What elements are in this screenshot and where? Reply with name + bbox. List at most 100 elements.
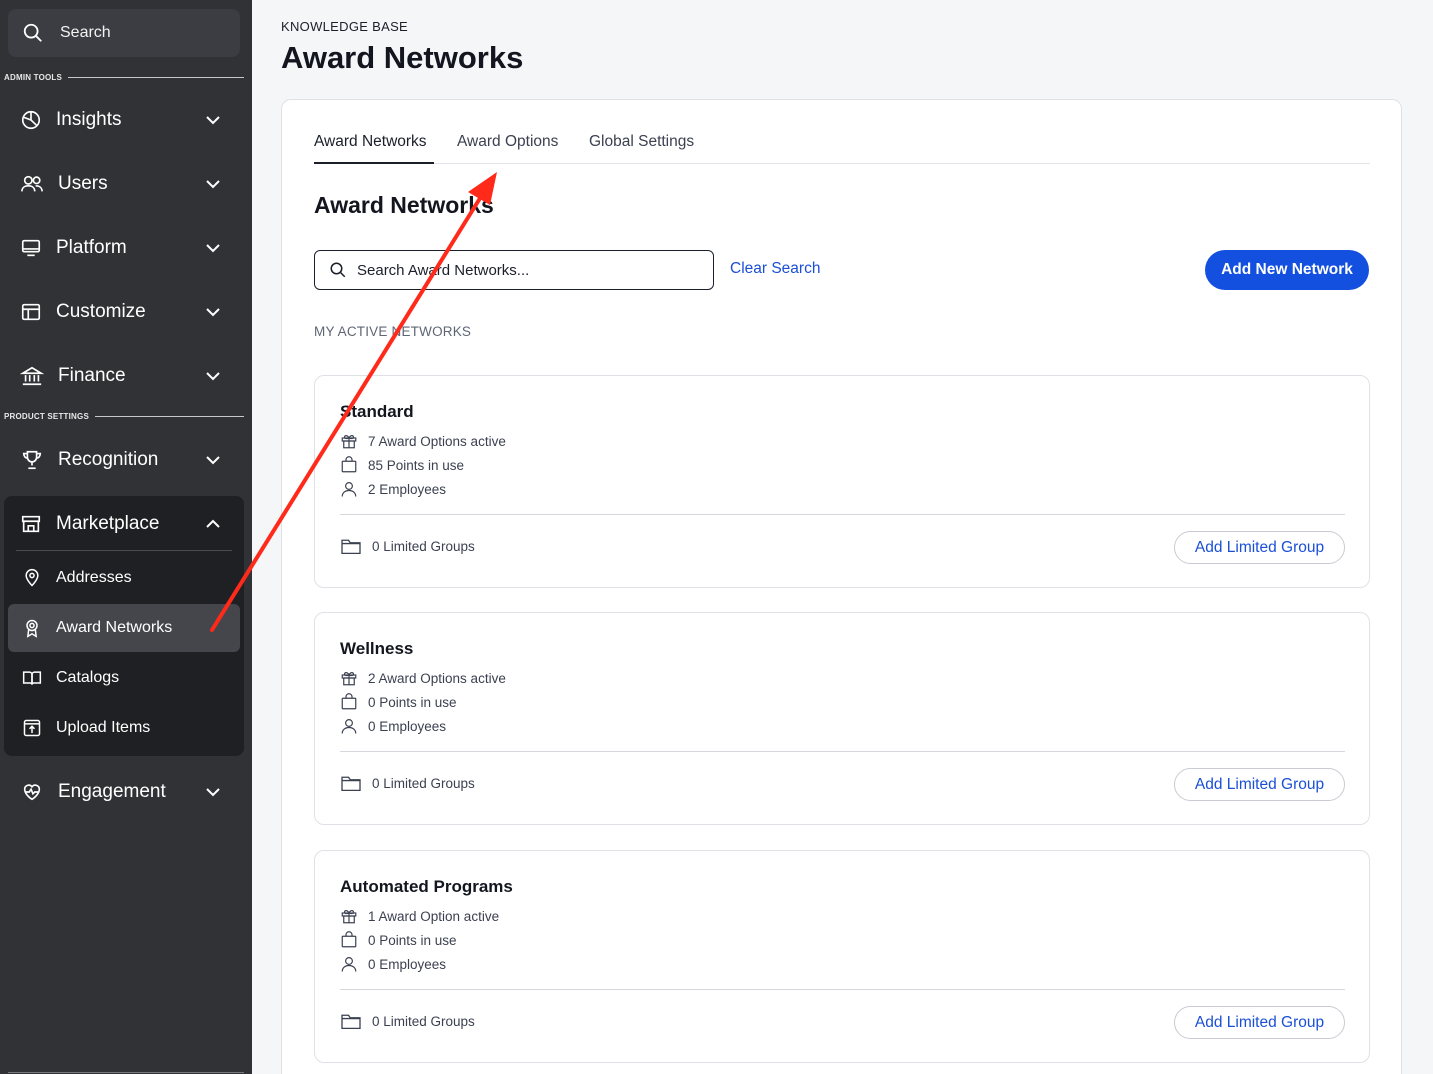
book-open-icon [22, 671, 42, 685]
network-card-standard: Standard 7 Award Options active 85 Point… [314, 375, 1370, 588]
network-limited-groups: 0 Limited Groups [340, 537, 475, 555]
section-label-admin-tools-text: ADMIN TOOLS [4, 73, 63, 82]
network-name: Automated Programs [340, 877, 513, 896]
stat-text: 0 Limited Groups [372, 538, 475, 554]
sidebar-item-label: Customize [56, 301, 146, 322]
stat-text: 0 Limited Groups [372, 1013, 475, 1029]
stat-text: 0 Points in use [368, 694, 457, 710]
award-icon [26, 619, 38, 638]
sidebar-subitem-catalogs[interactable]: Catalogs [8, 654, 240, 702]
sidebar-search[interactable]: Search [8, 9, 240, 57]
sidebar-item-marketplace[interactable]: Marketplace [8, 500, 240, 548]
network-name: Wellness [340, 639, 414, 658]
search-icon [330, 262, 346, 278]
sidebar-item-label: Finance [58, 365, 126, 386]
sidebar-item-label: Engagement [58, 781, 166, 802]
network-search-input[interactable] [357, 261, 697, 279]
sidebar-subitem-addresses[interactable]: Addresses [8, 554, 240, 602]
network-stat-points: 0 Points in use [340, 931, 457, 949]
tab-award-networks[interactable]: Award Networks [314, 133, 427, 151]
sidebar: Search ADMIN TOOLS Insights Users Platfo… [0, 0, 252, 1074]
network-stat-points: 85 Points in use [340, 456, 464, 474]
add-limited-group-button[interactable]: Add Limited Group [1174, 768, 1345, 801]
section-title: Award Networks [314, 192, 494, 218]
stat-text: 7 Award Options active [368, 433, 506, 449]
stat-text: 0 Limited Groups [372, 775, 475, 791]
network-stat-employees: 0 Employees [340, 717, 446, 735]
active-tab-underline [314, 162, 434, 164]
sidebar-item-engagement[interactable]: Engagement [8, 768, 240, 816]
stat-text: 2 Award Options active [368, 670, 506, 686]
network-stat-employees: 0 Employees [340, 955, 446, 973]
users-icon [21, 175, 43, 192]
active-networks-label: MY ACTIVE NETWORKS [314, 324, 472, 339]
folder-icon [341, 776, 361, 792]
user-icon [341, 482, 357, 497]
content-panel: Award Networks Award Options Global Sett… [281, 99, 1402, 1074]
section-label-product-settings-text: PRODUCT SETTINGS [4, 412, 89, 421]
stat-text: 2 Employees [368, 481, 447, 497]
network-limited-groups: 0 Limited Groups [340, 1012, 475, 1030]
sidebar-subitem-label: Award Networks [56, 619, 173, 636]
network-stat-employees: 2 Employees [340, 480, 446, 498]
add-new-network-button[interactable]: Add New Network [1205, 250, 1369, 290]
sidebar-item-label: Insights [56, 109, 122, 130]
chevron-down-icon [206, 456, 220, 465]
network-limited-groups: 0 Limited Groups [340, 774, 475, 792]
gift-icon [341, 672, 357, 686]
network-stat-options: 7 Award Options active [340, 432, 506, 450]
sidebar-bottom-rule [8, 1072, 244, 1073]
card-divider [340, 989, 1345, 990]
add-limited-group-button[interactable]: Add Limited Group [1174, 531, 1345, 564]
sidebar-item-label: Users [58, 173, 108, 194]
sidebar-item-recognition[interactable]: Recognition [8, 436, 240, 484]
chevron-down-icon [206, 372, 220, 381]
sidebar-subitem-upload-items[interactable]: Upload Items [8, 704, 240, 752]
chevron-down-icon [206, 308, 220, 317]
page-title: Award Networks [281, 40, 524, 75]
tab-global-settings[interactable]: Global Settings [589, 133, 694, 151]
sidebar-item-customize[interactable]: Customize [8, 288, 240, 336]
stat-text: 1 Award Option active [368, 908, 500, 924]
gift-icon [341, 435, 357, 449]
user-icon [341, 719, 357, 734]
sidebar-search-label: Search [60, 24, 111, 41]
network-stat-options: 1 Award Option active [340, 907, 499, 925]
card-divider [340, 514, 1345, 515]
chevron-down-icon [206, 788, 220, 797]
search-icon [23, 23, 42, 42]
shopping-bag-icon [341, 456, 357, 473]
sidebar-subitem-label: Addresses [56, 569, 132, 586]
breadcrumb: KNOWLEDGE BASE [281, 19, 409, 34]
tab-label: Award Networks [314, 133, 427, 150]
chevron-down-icon [206, 180, 220, 189]
clear-search-link[interactable]: Clear Search [730, 260, 820, 278]
monitor-icon [21, 239, 41, 257]
sidebar-item-finance[interactable]: Finance [8, 352, 240, 400]
sidebar-item-insights[interactable]: Insights [8, 96, 240, 144]
folder-icon [341, 539, 361, 555]
tab-bar: Award Networks Award Options Global Sett… [314, 100, 1370, 164]
folder-icon [341, 1014, 361, 1030]
upload-icon [23, 719, 41, 737]
sidebar-item-platform[interactable]: Platform [8, 224, 240, 272]
map-pin-icon [25, 568, 39, 587]
add-limited-group-button[interactable]: Add Limited Group [1174, 1006, 1345, 1039]
chevron-up-icon [206, 519, 220, 528]
section-label-admin-tools: ADMIN TOOLS [4, 73, 244, 82]
gift-icon [341, 910, 357, 924]
trophy-icon [22, 450, 42, 470]
shopping-bag-icon [341, 693, 357, 710]
network-stat-options: 2 Award Options active [340, 669, 506, 687]
sidebar-subitem-award-networks[interactable]: Award Networks [8, 604, 240, 652]
network-stat-points: 0 Points in use [340, 693, 457, 711]
layout-icon [21, 303, 41, 321]
marketplace-divider [16, 550, 232, 551]
sidebar-item-label: Recognition [58, 449, 159, 470]
card-divider [340, 751, 1345, 752]
tab-award-options[interactable]: Award Options [457, 133, 558, 151]
network-search-box[interactable] [314, 250, 714, 290]
sidebar-item-label: Marketplace [56, 513, 160, 534]
stat-text: 0 Employees [368, 718, 447, 734]
sidebar-item-users[interactable]: Users [8, 160, 240, 208]
